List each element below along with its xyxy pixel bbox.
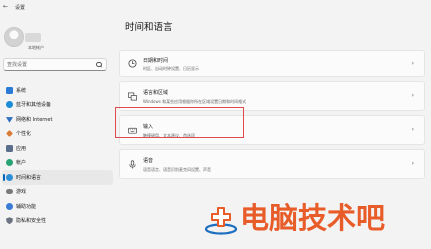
apps-icon — [6, 144, 13, 152]
date-time-card[interactable]: 日期和时间 时区、自动时钟设置、日历显示 › — [119, 50, 425, 77]
chevron-right-icon: › — [411, 126, 414, 133]
watermark-logo-icon — [205, 207, 237, 235]
sidebar-item-apps[interactable]: 应用 — [2, 141, 113, 156]
wifi-icon — [6, 117, 13, 123]
gamepad-icon — [6, 189, 13, 195]
sidebar-item-label: 个性化 — [16, 131, 32, 138]
sidebar-nav: 系统 蓝牙和其他设备 网络和 Internet 个性化 应用 帐户 时间和语言 … — [0, 83, 116, 228]
sidebar-item-label: 应用 — [16, 145, 27, 152]
sidebar-item-accessibility[interactable]: 辅助功能 — [2, 199, 113, 214]
card-title: 日期和时间 — [143, 58, 169, 64]
sidebar-item-bluetooth[interactable]: 蓝牙和其他设备 — [2, 98, 113, 113]
speech-card[interactable]: 语音 语音语言、语音识别麦克风设置、声音 › — [119, 149, 425, 179]
sidebar-item-label: 帐户 — [16, 160, 27, 167]
sidebar-item-privacy[interactable]: 隐私和安全性 — [2, 214, 113, 229]
brush-icon — [6, 130, 13, 138]
sidebar-item-label: 辅助功能 — [16, 203, 37, 210]
sidebar-item-personalization[interactable]: 个性化 — [2, 127, 113, 142]
blurred-user-name — [25, 33, 41, 42]
sidebar-item-label: 游戏 — [16, 189, 27, 196]
clock-globe-icon — [6, 173, 13, 181]
watermark-text: 电脑技术吧 — [240, 201, 386, 235]
accessibility-icon — [6, 202, 13, 210]
search-placeholder: 查找设置 — [7, 62, 28, 68]
title-bar: ← 设置 — [0, 0, 431, 14]
person-icon — [6, 159, 13, 167]
card-subtitle: 时区、自动时钟设置、日历显示 — [143, 66, 199, 71]
watermark: 电脑技术吧 — [205, 200, 431, 249]
card-subtitle: 语音语言、语音识别麦克风设置、声音 — [143, 167, 211, 172]
avatar — [4, 27, 24, 47]
sidebar-item-label: 时间和语言 — [16, 174, 42, 181]
card-subtitle: Windows 和某些应用根据你所在区域设置日期和时间格式 — [143, 99, 247, 104]
sidebar-item-accounts[interactable]: 帐户 — [2, 156, 113, 171]
sidebar-item-time-language[interactable]: 时间和语言 — [2, 170, 113, 185]
page-title: 时间和语言 — [125, 22, 173, 33]
chevron-right-icon: › — [411, 160, 414, 167]
red-highlight-box — [115, 107, 244, 138]
settings-window: ← 设置 本地帐户 查找设置 系统 蓝牙和其他设备 网络和 Internet 个… — [0, 0, 431, 249]
sidebar-item-system[interactable]: 系统 — [2, 83, 113, 98]
app-title: 设置 — [15, 4, 26, 11]
chevron-right-icon: › — [411, 59, 414, 67]
search-input[interactable]: 查找设置 — [3, 58, 107, 71]
microphone-icon — [129, 159, 136, 168]
back-arrow-icon[interactable]: ← — [3, 3, 11, 11]
sidebar-item-network[interactable]: 网络和 Internet — [2, 112, 113, 127]
sidebar-item-label: 网络和 Internet — [16, 116, 53, 123]
language-region-icon — [128, 92, 137, 100]
sidebar-item-label: 蓝牙和其他设备 — [16, 102, 52, 109]
shield-icon — [6, 217, 13, 225]
search-icon — [96, 61, 102, 68]
sidebar-item-label: 系统 — [16, 87, 27, 94]
bluetooth-icon — [6, 101, 13, 109]
monitor-icon — [6, 86, 13, 94]
sidebar-item-label: 隐私和安全性 — [16, 218, 47, 225]
account-type-label: 本地帐户 — [28, 45, 44, 50]
card-title: 语音 — [143, 158, 154, 164]
clock-icon — [128, 59, 137, 68]
chevron-right-icon: › — [411, 92, 414, 99]
card-title: 语言和区域 — [143, 90, 169, 96]
sidebar-item-gaming[interactable]: 游戏 — [2, 185, 113, 200]
sidebar: 本地帐户 查找设置 系统 蓝牙和其他设备 网络和 Internet 个性化 应用… — [0, 14, 116, 249]
